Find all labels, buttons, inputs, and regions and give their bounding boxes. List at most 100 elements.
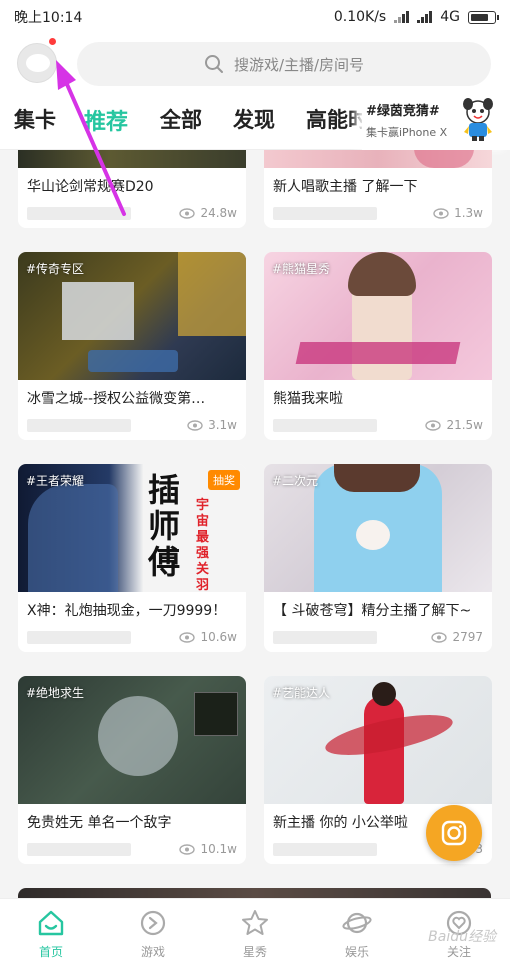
card-title: 冰雪之城--授权公益微变第…: [27, 391, 206, 407]
star-icon: [242, 910, 268, 935]
eye-icon: [425, 419, 442, 431]
card-title: 免贵姓无 单名一个敌字: [27, 815, 172, 831]
nav-star-show[interactable]: 星秀: [204, 899, 306, 970]
nav-label: 首页: [38, 945, 63, 959]
network-speed: 0.10K/s: [333, 9, 387, 25]
nav-label: 星秀: [242, 945, 267, 959]
live-card-6[interactable]: #二次元 【 斗破苍穹】精分主播了解下~ 2797: [264, 464, 492, 652]
card-thumbnail: 插师傅 宇宙最强关羽 抽奖 #王者荣耀: [18, 464, 246, 592]
thumbnail-overlay-subtitle: 宇宙最强关羽: [196, 498, 210, 592]
thumbnail-overlay-title: 插师傅: [147, 471, 180, 581]
start-live-camera-button[interactable]: [426, 805, 482, 861]
card-meta: 1.3w: [264, 196, 492, 228]
view-count: 10.6w: [179, 630, 237, 644]
view-count: 2797: [431, 630, 483, 644]
host-name-blurred: [27, 418, 131, 432]
tab-recommended[interactable]: 推荐: [84, 104, 128, 136]
signal-icon: [394, 11, 410, 23]
card-thumbnail: #绝地求生: [18, 676, 246, 804]
live-card-2[interactable]: 新人唱歌主播 了解一下 1.3w: [264, 150, 492, 228]
view-count: 10.1w: [179, 842, 237, 856]
search-input[interactable]: 搜游戏/主播/房间号: [77, 42, 491, 86]
card-meta: 2797: [264, 620, 492, 652]
eye-icon: [433, 207, 449, 219]
live-card-1[interactable]: 华山论剑常规赛D20 24.8w: [18, 150, 246, 228]
eye-icon: [179, 631, 196, 643]
nav-label: 游戏: [140, 945, 165, 959]
host-name-blurred: [27, 630, 131, 644]
live-card-5[interactable]: 插师傅 宇宙最强关羽 抽奖 #王者荣耀 X神：礼炮抽现金，一刀9999！ 10.…: [18, 464, 246, 652]
card-category-tag: #传奇专区: [26, 262, 85, 276]
nav-games[interactable]: 游戏: [102, 899, 204, 970]
card-meta: 3.1w: [18, 408, 246, 440]
view-count: 1.3w: [433, 206, 483, 220]
battery-icon: [468, 10, 499, 24]
host-name-blurred: [27, 206, 131, 220]
promo-hashtag: #绿茵竞猜#: [366, 104, 440, 119]
host-name-blurred: [273, 842, 377, 856]
host-name-blurred: [27, 842, 131, 856]
card-category-tag: #熊猫星秀: [272, 262, 331, 276]
view-count: 21.5w: [425, 418, 483, 432]
top-bar: 搜游戏/主播/房间号: [0, 34, 510, 94]
search-icon: [204, 55, 223, 73]
status-indicators: 0.10K/s 4G: [333, 9, 499, 25]
network-type: 4G: [440, 9, 460, 25]
card-thumbnail: #二次元: [264, 464, 492, 592]
tab-highlights[interactable]: 高能时: [306, 104, 362, 134]
card-title: 【 斗破苍穹】精分主播了解下~: [273, 603, 472, 619]
live-card-4[interactable]: #熊猫星秀 熊猫我来啦 21.5w: [264, 252, 492, 440]
avatar-face-icon: [26, 54, 50, 72]
card-category-tag: #王者荣耀: [26, 474, 85, 488]
live-card-next-row[interactable]: [18, 888, 491, 898]
view-count-text: 24.8w: [200, 206, 237, 220]
promo-banner[interactable]: #绿茵竞猜# 集卡赢iPhone X: [362, 94, 510, 150]
nav-home[interactable]: 首页: [0, 899, 102, 970]
signal-icon-2: [417, 11, 433, 23]
card-meta: 10.1w: [18, 832, 246, 864]
status-time: 晚上10:14: [14, 10, 83, 26]
view-count-text: 1.3w: [454, 206, 483, 220]
eye-icon: [179, 207, 196, 219]
live-card-7[interactable]: #绝地求生 免贵姓无 单名一个敌字 10.1w: [18, 676, 246, 864]
card-title: X神：礼炮抽现金，一刀9999！: [27, 603, 227, 619]
card-thumbnail: #传奇专区: [18, 252, 246, 380]
nav-label: 娱乐: [344, 945, 369, 959]
card-category-tag: #艺能达人: [272, 686, 331, 700]
promo-subtitle: 集卡赢iPhone X: [366, 126, 448, 139]
live-room-feed: 华山论剑常规赛D20 24.8w 新人唱歌主播 了解一下 1.3w #传奇专区 …: [0, 150, 510, 898]
card-thumbnail: #熊猫星秀: [264, 252, 492, 380]
category-tab-bar: 集卡 推荐 全部 发现 高能时 #绿茵竞猜# 集卡赢iPhone X: [0, 94, 510, 150]
host-name-blurred: [273, 206, 377, 220]
card-meta: 21.5w: [264, 408, 492, 440]
mascot-icon: [463, 98, 493, 141]
notification-dot: [49, 38, 56, 45]
eye-icon: [187, 419, 203, 431]
view-count-text: 21.5w: [446, 418, 483, 432]
tab-all[interactable]: 全部: [160, 104, 202, 134]
eye-icon: [179, 843, 196, 855]
tab-list: 集卡 推荐 全部 发现 高能时: [0, 94, 362, 150]
card-title: 新人唱歌主播 了解一下: [273, 179, 418, 195]
card-title: 熊猫我来啦: [273, 391, 343, 407]
tab-jika[interactable]: 集卡: [14, 104, 56, 134]
host-name-blurred: [273, 418, 377, 432]
host-name-blurred: [273, 630, 377, 644]
card-category-tag: #绝地求生: [26, 686, 85, 700]
view-count-text: 3.1w: [208, 418, 237, 432]
home-icon: [38, 910, 64, 936]
view-count: 24.8w: [179, 206, 237, 220]
card-meta: 10.6w: [18, 620, 246, 652]
status-bar: 晚上10:14 0.10K/s 4G: [0, 0, 510, 34]
nav-entertainment[interactable]: 娱乐: [306, 899, 408, 970]
tab-discover[interactable]: 发现: [233, 104, 275, 134]
card-category-tag: #二次元: [272, 474, 319, 488]
view-count-text: 10.1w: [200, 842, 237, 856]
eye-icon: [431, 631, 448, 643]
user-avatar[interactable]: [17, 43, 57, 83]
card-title: 华山论剑常规赛D20: [27, 179, 154, 195]
view-count: 3.1w: [187, 418, 237, 432]
card-meta: 24.8w: [18, 196, 246, 228]
live-card-3[interactable]: #传奇专区 冰雪之城--授权公益微变第… 3.1w: [18, 252, 246, 440]
card-thumbnail: #艺能达人: [264, 676, 492, 804]
